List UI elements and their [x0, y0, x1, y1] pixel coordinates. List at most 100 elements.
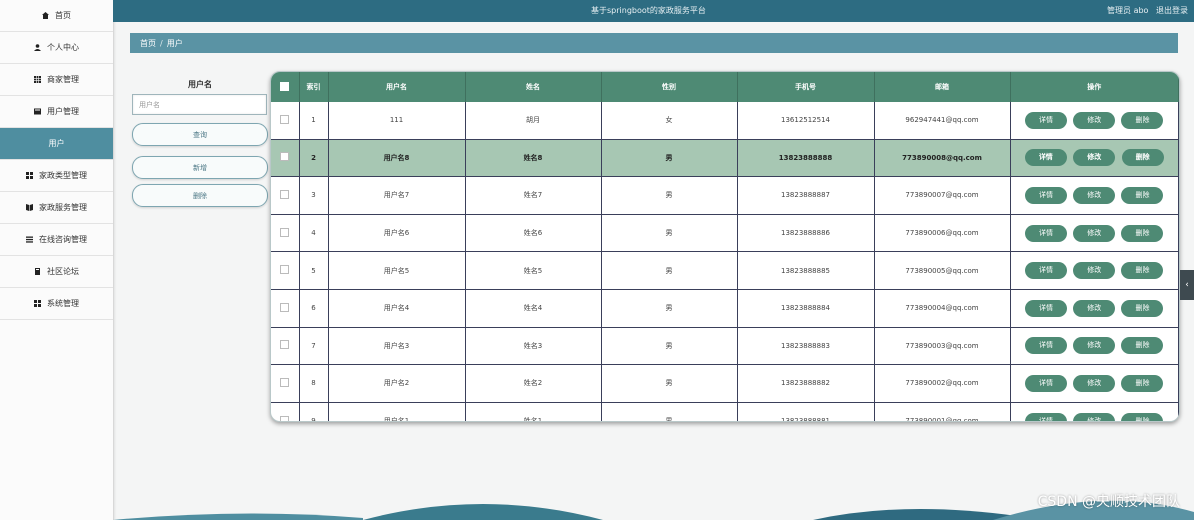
row-checkbox[interactable]: [280, 265, 290, 275]
sidebar: 首页 个人中心 商家管理 用户管理 用户 家政类型管理 家政服务管理 在线咨询管…: [0, 0, 114, 520]
delete-button[interactable]: 删除: [1121, 412, 1164, 421]
logout-link[interactable]: 退出登录: [1156, 6, 1188, 15]
table-cell: 用户名5: [328, 251, 466, 290]
column-header: 操作: [1010, 72, 1179, 102]
sidebar-item-label: 社区论坛: [47, 267, 79, 276]
actions-cell: 详情 修改 删除: [1010, 102, 1179, 140]
search-input[interactable]: [132, 94, 267, 115]
edit-button[interactable]: 修改: [1073, 186, 1116, 204]
detail-button[interactable]: 详情: [1024, 149, 1067, 167]
table-cell: 用户名4: [328, 289, 466, 328]
table-row: 4 用户名6 姓名6 男 13823888886 773890006@qq.com 详情 …: [271, 214, 1179, 253]
delete-button[interactable]: 删除: [1121, 299, 1164, 317]
table-cell: 姓名2: [465, 364, 602, 403]
row-checkbox[interactable]: [280, 189, 290, 199]
edit-button[interactable]: 修改: [1073, 224, 1116, 242]
row-checkbox[interactable]: [280, 377, 290, 387]
table-cell: 用户名7: [328, 176, 466, 215]
table-cell: 13823888885: [737, 251, 875, 290]
edit-button[interactable]: 修改: [1073, 149, 1116, 167]
delete-button[interactable]: 删除: [1121, 374, 1164, 392]
row-select-cell: [271, 402, 300, 421]
detail-button[interactable]: 详情: [1025, 224, 1068, 242]
sidebar-item-service[interactable]: 家政服务管理: [0, 192, 113, 224]
sidebar-item-label: 家政服务管理: [39, 203, 87, 212]
table-cell: 姓名5: [465, 251, 602, 290]
row-select-cell: [271, 102, 300, 140]
column-header: 手机号: [737, 72, 875, 102]
sidebar-item-label: 用户管理: [47, 107, 79, 116]
query-button[interactable]: 查询: [132, 123, 268, 146]
sidebar-item-label: 商家管理: [47, 75, 79, 84]
row-select-cell: [271, 251, 300, 290]
column-header: 性别: [601, 72, 738, 102]
edit-button[interactable]: 修改: [1073, 412, 1116, 421]
sidebar-item-users[interactable]: 用户: [0, 128, 113, 160]
row-checkbox[interactable]: [280, 227, 290, 237]
delete-button[interactable]: 删除: [1121, 337, 1164, 355]
sidebar-item-profile[interactable]: 个人中心: [0, 32, 113, 64]
table-cell: 男: [601, 327, 738, 366]
sidebar-item-service-type[interactable]: 家政类型管理: [0, 160, 113, 192]
sidebar-item-merchant[interactable]: 商家管理: [0, 64, 113, 96]
row-select-cell: [271, 289, 300, 328]
table-cell: 男: [601, 251, 738, 290]
delete-button[interactable]: 删除: [1121, 149, 1164, 167]
table-cell: 用户名3: [328, 327, 466, 366]
sidebar-item-forum[interactable]: 社区论坛: [0, 256, 113, 288]
table-cell: 姓名6: [465, 214, 602, 253]
table-cell: 773890003@qq.com: [874, 327, 1011, 366]
table-cell: 姓名4: [465, 289, 602, 328]
detail-button[interactable]: 详情: [1025, 186, 1068, 204]
detail-button[interactable]: 详情: [1025, 412, 1068, 421]
edit-button[interactable]: 修改: [1073, 262, 1116, 280]
decorative-waves: [113, 500, 1194, 520]
table-row: 9 用户名1 姓名1 男 13823888881 773890001@qq.com 详情 …: [271, 402, 1179, 421]
row-checkbox[interactable]: [280, 340, 290, 350]
delete-button[interactable]: 删除: [1121, 224, 1164, 242]
collapse-handle[interactable]: ‹: [1180, 270, 1194, 300]
detail-button[interactable]: 详情: [1025, 111, 1068, 129]
sidebar-item-consult[interactable]: 在线咨询管理: [0, 224, 113, 256]
actions-cell: 详情 修改 删除: [1010, 402, 1179, 421]
column-header: 用户名: [328, 72, 466, 102]
sidebar-item-user-mgmt[interactable]: 用户管理: [0, 96, 113, 128]
add-button[interactable]: 新增: [132, 156, 268, 179]
delete-button[interactable]: 删除: [1121, 262, 1164, 280]
column-header: 邮箱: [874, 72, 1011, 102]
sidebar-item-home[interactable]: 首页: [0, 0, 113, 32]
row-checkbox[interactable]: [280, 114, 290, 124]
row-checkbox[interactable]: [280, 152, 290, 162]
chevron-left-icon: ‹: [1185, 280, 1189, 290]
list-icon: [26, 236, 33, 243]
detail-button[interactable]: 详情: [1025, 299, 1068, 317]
edit-button[interactable]: 修改: [1073, 374, 1116, 392]
user-table: 索引 用户名 姓名 性别 手机号 邮箱 操作 1 111 胡月女 1361251251…: [270, 71, 1180, 422]
column-header: 索引: [299, 72, 329, 102]
sidebar-item-system[interactable]: 系统管理: [0, 288, 113, 320]
table-cell: 男: [601, 364, 738, 403]
actions-cell: 详情 修改 删除: [1010, 364, 1179, 403]
detail-button[interactable]: 详情: [1025, 374, 1068, 392]
table-row: 8 用户名2 姓名2 男 13823888882 773890002@qq.com 详情 …: [271, 364, 1179, 403]
actions-cell: 详情 修改 删除: [1010, 139, 1179, 178]
delete-button[interactable]: 删除: [1121, 111, 1164, 129]
table-row: 2 用户名8 姓名8 男 13823888888 773890008@qq.com 详情 …: [271, 139, 1179, 178]
table-cell: 男: [601, 289, 738, 328]
edit-button[interactable]: 修改: [1073, 337, 1116, 355]
edit-button[interactable]: 修改: [1073, 299, 1116, 317]
table-cell: 5: [299, 251, 329, 290]
breadcrumb-home[interactable]: 首页: [140, 38, 156, 49]
detail-button[interactable]: 详情: [1025, 262, 1068, 280]
app-title: 基于springboot的家政服务平台: [591, 6, 706, 15]
row-select-cell: [271, 214, 300, 253]
batch-delete-button[interactable]: 删除: [132, 184, 268, 207]
detail-button[interactable]: 详情: [1025, 337, 1068, 355]
table-cell: 姓名1: [465, 402, 602, 421]
delete-button[interactable]: 删除: [1121, 186, 1164, 204]
edit-button[interactable]: 修改: [1073, 111, 1116, 129]
table-cell: 13823888883: [737, 327, 875, 366]
row-checkbox[interactable]: [280, 302, 290, 312]
select-all-checkbox[interactable]: [280, 81, 290, 91]
row-checkbox[interactable]: [280, 415, 290, 421]
